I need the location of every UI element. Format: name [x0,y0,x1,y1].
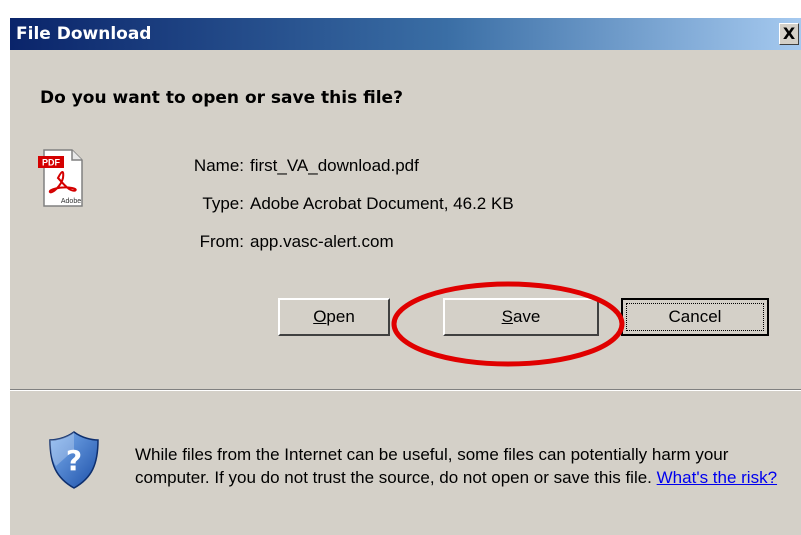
security-warning: While files from the Internet can be use… [135,443,785,489]
name-label: Name: [193,156,244,175]
type-value: Adobe Acrobat Document, 46.2 KB [250,194,514,213]
save-accelerator: S [501,307,513,326]
close-icon: X [782,24,796,43]
save-button[interactable]: Save [443,298,599,336]
from-value: app.vasc-alert.com [250,232,394,251]
open-button[interactable]: Open [278,298,390,336]
open-accelerator: O [313,307,327,326]
from-label: From: [199,232,244,251]
open-label: pen [326,307,355,326]
warning-text: While files from the Internet can be use… [135,445,729,487]
whats-the-risk-link[interactable]: What's the risk? [657,468,777,487]
dialog-question: Do you want to open or save this file? [40,88,403,108]
cancel-label: Cancel [668,307,722,326]
close-button[interactable]: X [779,23,799,45]
name-value: first_VA_download.pdf [250,156,419,175]
cancel-focus-rect: Cancel [626,303,764,331]
separator-highlight [10,390,801,391]
title-bar[interactable]: File Download X [10,18,801,50]
window-title: File Download [16,24,152,44]
info-row-type: Type: Adobe Acrobat Document, 46.2 KB [10,194,801,216]
type-label: Type: [202,194,244,213]
svg-text:?: ? [66,444,82,477]
file-download-dialog: File Download X Do you want to open or s… [9,17,801,535]
cancel-button[interactable]: Cancel [621,298,769,336]
save-label: ave [512,307,541,326]
info-row-from: From: app.vasc-alert.com [10,232,801,254]
shield-question-icon: ? [49,431,99,489]
info-row-name: Name: first_VA_download.pdf [10,156,801,178]
